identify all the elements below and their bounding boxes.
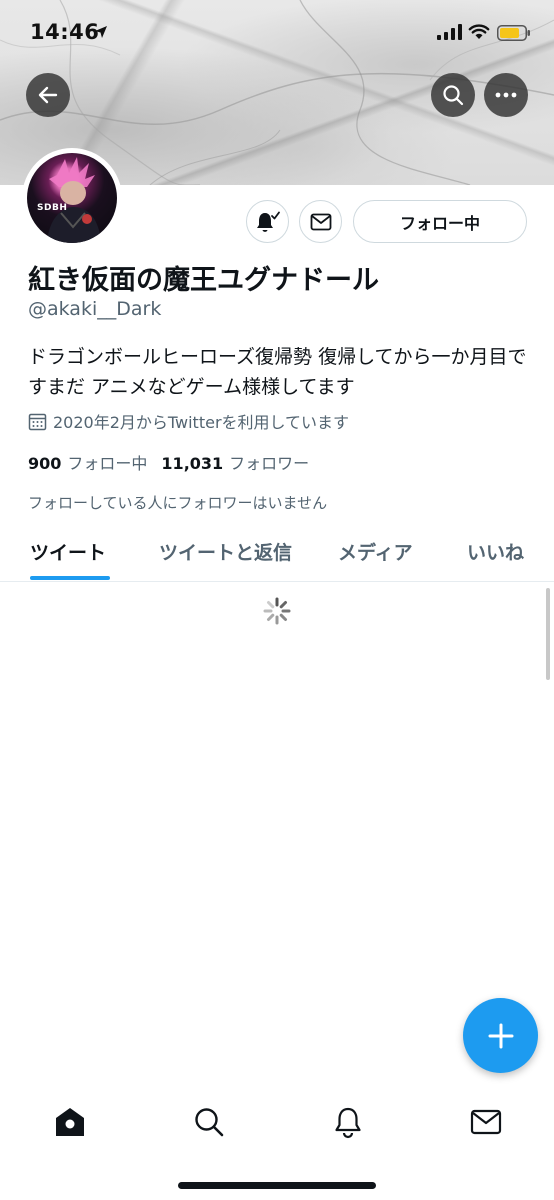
more-dots-icon bbox=[495, 92, 517, 98]
following-label: フォロー中 bbox=[67, 454, 148, 473]
followers-you-know: フォローしている人にフォロワーはいません bbox=[28, 494, 328, 512]
display-name: 紅き仮面の魔王ユグナドール bbox=[28, 265, 379, 296]
mail-icon bbox=[310, 213, 331, 230]
wifi-icon bbox=[468, 24, 490, 39]
signal-icon bbox=[437, 24, 462, 40]
joined-date: 2020年2月からTwitterを利用しています bbox=[28, 409, 349, 433]
loading-spinner-icon bbox=[263, 597, 291, 625]
status-bar: 14:46 bbox=[0, 0, 554, 66]
tab-tweets[interactable]: ツイート bbox=[30, 538, 106, 565]
search-button[interactable] bbox=[431, 73, 475, 117]
followers-count: 11,031 bbox=[161, 454, 224, 473]
profile-bio: ドラゴンボールヒーローズ復帰勢 復帰してから一か月目ですまだ アニメなどゲーム様… bbox=[28, 346, 527, 398]
profile-screen: 14:46 SDBH フォロー中 紅き仮面の魔王ユグナドール @akaki__D… bbox=[0, 0, 554, 1200]
following-count: 900 bbox=[28, 454, 62, 473]
more-button[interactable] bbox=[484, 73, 528, 117]
compose-tweet-button[interactable] bbox=[463, 998, 538, 1073]
status-time: 14:46 bbox=[30, 20, 100, 44]
search-icon bbox=[443, 85, 464, 106]
bottom-navigation bbox=[0, 1090, 554, 1200]
following-button[interactable]: フォロー中 bbox=[353, 200, 527, 243]
plus-icon bbox=[488, 1023, 513, 1048]
tab-likes[interactable]: いいね bbox=[467, 538, 524, 565]
scrollbar[interactable] bbox=[546, 588, 550, 680]
search-icon[interactable] bbox=[192, 1105, 226, 1139]
calendar-icon bbox=[28, 413, 47, 430]
home-indicator bbox=[178, 1182, 376, 1189]
profile-tabs: ツイート ツイートと返信 メディア いいね bbox=[0, 528, 554, 582]
location-arrow-icon bbox=[95, 26, 107, 38]
avatar-art bbox=[47, 157, 101, 243]
message-button[interactable] bbox=[299, 200, 342, 243]
followers-label: フォロワー bbox=[229, 454, 310, 473]
active-tab-indicator bbox=[30, 576, 110, 580]
user-handle: @akaki__Dark bbox=[28, 298, 162, 320]
avatar-image: SDBH bbox=[27, 153, 117, 243]
battery-icon bbox=[497, 25, 530, 41]
back-button[interactable] bbox=[26, 73, 70, 117]
home-icon[interactable] bbox=[53, 1105, 87, 1139]
follow-stats: 900 フォロー中 11,031 フォロワー bbox=[28, 450, 309, 474]
joined-text: 2020年2月からTwitterを利用しています bbox=[53, 413, 350, 432]
mail-icon[interactable] bbox=[469, 1105, 503, 1139]
followers-stat[interactable]: 11,031 フォロワー bbox=[161, 450, 309, 474]
bell-check-icon bbox=[256, 211, 280, 232]
tab-media[interactable]: メディア bbox=[338, 538, 413, 565]
following-stat[interactable]: 900 フォロー中 bbox=[28, 450, 147, 474]
arrow-left-icon bbox=[38, 86, 58, 104]
tab-tweets-and-replies[interactable]: ツイートと返信 bbox=[159, 538, 292, 565]
bell-icon[interactable] bbox=[331, 1105, 365, 1139]
avatar-logo-text: SDBH bbox=[37, 203, 68, 213]
avatar[interactable]: SDBH bbox=[22, 148, 122, 248]
notifications-toggle-button[interactable] bbox=[246, 200, 289, 243]
